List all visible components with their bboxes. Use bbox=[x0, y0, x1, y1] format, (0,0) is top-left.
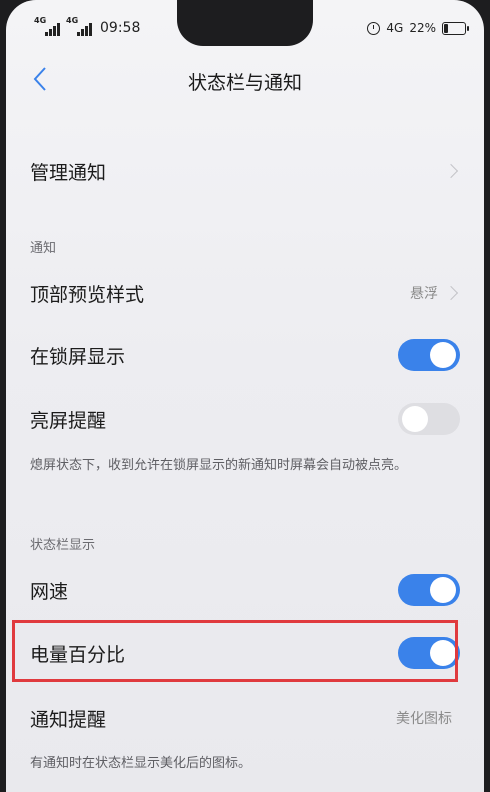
display-notch bbox=[177, 0, 313, 46]
lockscreen-display-toggle[interactable] bbox=[398, 339, 460, 371]
preview-style-value: 悬浮 bbox=[410, 286, 438, 302]
network-speed-toggle[interactable] bbox=[398, 574, 460, 606]
lockscreen-display-row: 在锁屏显示 bbox=[30, 330, 460, 380]
network-speed-label: 网速 bbox=[30, 580, 69, 603]
network-speed-row: 网速 bbox=[30, 565, 460, 615]
wake-screen-row: 亮屏提醒 bbox=[30, 394, 460, 444]
notification-reminder-value: 美化图标 bbox=[396, 711, 452, 727]
page-title: 状态栏与通知 bbox=[187, 72, 302, 94]
preview-style-label: 顶部预览样式 bbox=[30, 283, 145, 306]
section-status-bar: 状态栏显示 bbox=[30, 538, 96, 553]
highlight-box bbox=[12, 620, 458, 682]
wake-screen-label: 亮屏提醒 bbox=[30, 409, 107, 432]
preview-style-row[interactable]: 顶部预览样式 悬浮 bbox=[30, 268, 460, 318]
status-time: 09:58 bbox=[100, 20, 141, 36]
chevron-right-icon bbox=[443, 285, 459, 301]
manage-notifications-row[interactable]: 管理通知 bbox=[30, 146, 460, 196]
notification-reminder-row[interactable]: 通知提醒 美化图标 bbox=[30, 693, 460, 743]
alarm-icon bbox=[367, 21, 381, 35]
battery-percent: 22% bbox=[409, 21, 436, 35]
network-type: 4G bbox=[386, 21, 404, 35]
wake-screen-toggle[interactable] bbox=[398, 403, 460, 435]
status-bar-left: 4G 4G 09:58 bbox=[34, 16, 141, 38]
sim1-signal-icon: 4G bbox=[34, 16, 60, 36]
sim2-signal-icon: 4G bbox=[66, 16, 92, 36]
page-header: 状态栏与通知 bbox=[6, 62, 484, 98]
notification-reminder-label: 通知提醒 bbox=[30, 708, 107, 731]
status-bar-right: 4G 22% bbox=[367, 18, 469, 38]
notification-reminder-description: 有通知时在状态栏显示美化后的图标。 bbox=[30, 756, 252, 771]
section-notifications: 通知 bbox=[30, 241, 57, 256]
chevron-right-icon bbox=[443, 163, 459, 179]
lockscreen-display-label: 在锁屏显示 bbox=[30, 345, 126, 368]
wake-screen-description: 熄屏状态下，收到允许在锁屏显示的新通知时屏幕会自动被点亮。 bbox=[30, 458, 408, 473]
manage-notifications-label: 管理通知 bbox=[30, 161, 107, 184]
battery-icon bbox=[442, 21, 469, 35]
